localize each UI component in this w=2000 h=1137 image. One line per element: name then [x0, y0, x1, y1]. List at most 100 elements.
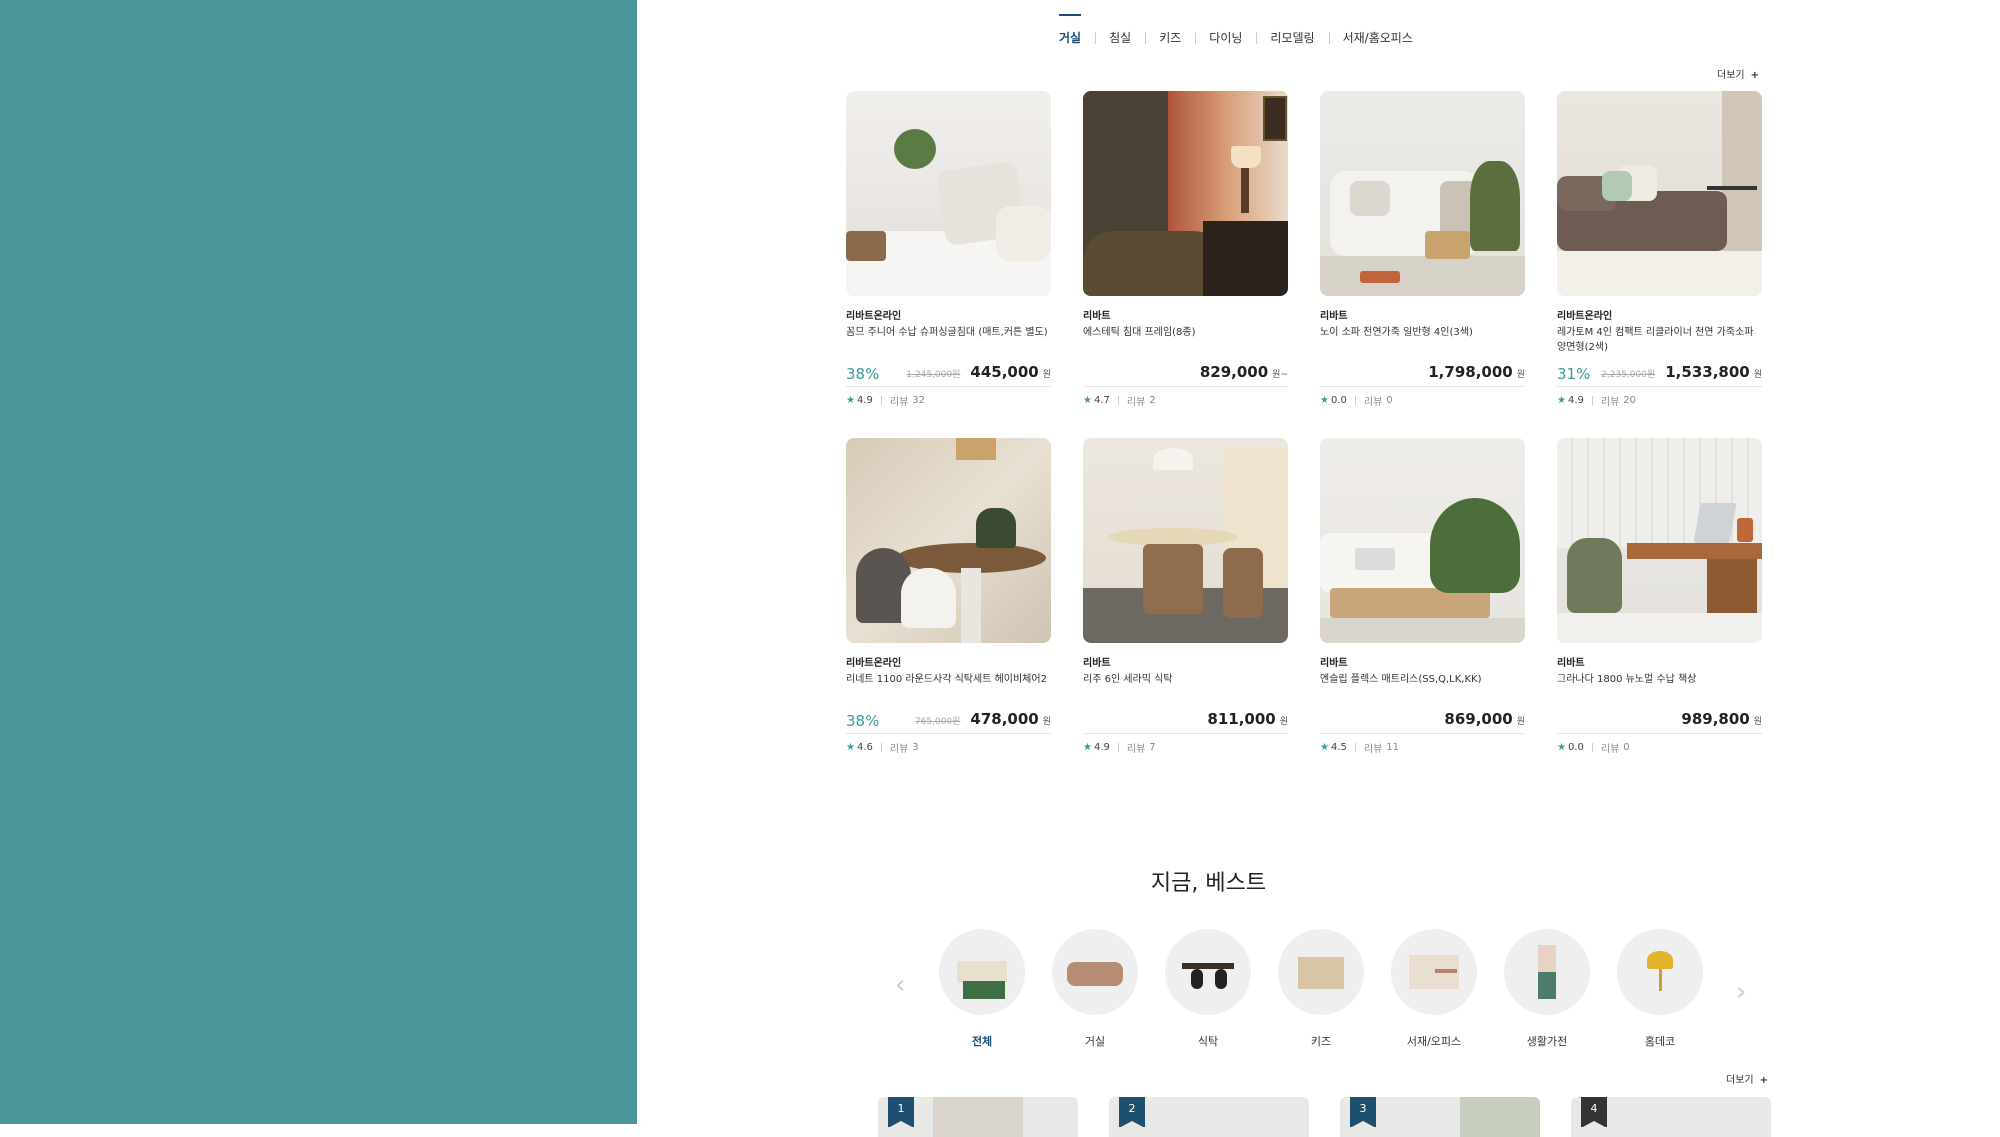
product-image[interactable] — [846, 438, 1051, 643]
price-unit: 원 — [1279, 717, 1288, 727]
tab-dining[interactable]: 다이닝 — [1195, 28, 1256, 48]
price-unit: 원 — [1042, 717, 1051, 727]
chevron-right-icon[interactable]: › — [1736, 977, 1746, 1007]
price-unit: 원 — [1516, 370, 1525, 380]
rating-value: 4.9 — [1093, 742, 1110, 753]
best-category-study-office[interactable]: 서재/오피스 — [1391, 929, 1477, 1049]
rating-row: ★ 4.5 리뷰 11 — [1320, 740, 1525, 755]
rating-row: ★ 4.9 리뷰 7 — [1083, 740, 1288, 755]
product-card[interactable]: 리바트 노이 소파 천연가죽 일반형 4인(3색) 1,798,000 원 ★ … — [1320, 91, 1525, 408]
tab-kids[interactable]: 키즈 — [1145, 28, 1195, 48]
price-row: 811,000 원 — [1083, 710, 1288, 734]
review-label: 리뷰 — [1363, 744, 1383, 755]
review-count: 11 — [1386, 742, 1400, 753]
divider — [1591, 743, 1593, 752]
best-category-carousel: 전체 거실 식탁 키즈 서재/오피스 생활가전 홈데코 — [892, 929, 1732, 1049]
star-icon: ★ — [846, 742, 855, 753]
product-name[interactable]: 리네트 1100 라운드사각 식탁세트 헤이비체어2 — [846, 672, 1051, 702]
star-icon: ★ — [1557, 742, 1566, 753]
category-label: 거실 — [1084, 1035, 1106, 1048]
price-row: 31% 2,235,000원 1,533,800 원 — [1557, 363, 1762, 387]
rank-badge: 3 — [1350, 1097, 1376, 1128]
star-icon: ★ — [1320, 395, 1329, 406]
product-image[interactable] — [1083, 438, 1288, 643]
product-image[interactable] — [846, 91, 1051, 296]
divider — [1117, 743, 1119, 752]
more-link-products[interactable]: 더보기 + — [1717, 66, 1759, 81]
product-image[interactable] — [1320, 91, 1525, 296]
product-card[interactable]: 리바트 에스테틱 침대 프레임(8종) 829,000 원~ ★ 4.7 리뷰 … — [1083, 91, 1288, 408]
rating-row: ★ 0.0 리뷰 0 — [1320, 393, 1525, 408]
divider — [1354, 743, 1356, 752]
category-label: 서재/오피스 — [1406, 1035, 1462, 1048]
category-image — [1391, 929, 1477, 1015]
best-category-living-room[interactable]: 거실 — [1052, 929, 1138, 1049]
category-image — [1052, 929, 1138, 1015]
divider — [880, 743, 882, 752]
product-image[interactable] — [1557, 438, 1762, 643]
product-brand: 리바트 — [1557, 658, 1585, 669]
best-category-home-deco[interactable]: 홈데코 — [1617, 929, 1703, 1049]
sale-price: 829,000 — [1199, 363, 1269, 381]
best-category-all[interactable]: 전체 — [939, 929, 1025, 1049]
product-image[interactable] — [1320, 438, 1525, 643]
divider — [1354, 396, 1356, 405]
rating-value: 0.0 — [1330, 395, 1347, 406]
tab-bedroom[interactable]: 침실 — [1095, 28, 1145, 48]
tab-study-home-office[interactable]: 서재/홈오피스 — [1328, 28, 1427, 48]
best-rank-card[interactable]: 3 — [1340, 1097, 1540, 1137]
category-label: 생활가전 — [1526, 1035, 1568, 1048]
more-label: 더보기 — [1717, 70, 1745, 81]
product-card[interactable]: 리바트온라인 레가토M 4인 컴팩트 리클라이너 천연 가죽소파 양면형(2색)… — [1557, 91, 1762, 408]
price-row: 38% 765,000원 478,000 원 — [846, 710, 1051, 734]
tab-living-room[interactable]: 거실 — [1045, 14, 1095, 48]
category-image — [1504, 929, 1590, 1015]
best-rank-card[interactable]: 2 — [1109, 1097, 1309, 1137]
divider — [880, 396, 882, 405]
product-image[interactable] — [1083, 91, 1288, 296]
divider — [1117, 396, 1119, 405]
tab-remodeling[interactable]: 리모델링 — [1256, 28, 1328, 48]
discount-rate: 38% — [846, 712, 880, 730]
best-rank-card[interactable]: 4 — [1571, 1097, 1771, 1137]
price-unit: 원 — [1753, 370, 1762, 380]
product-name[interactable]: 그라나다 1800 뉴노멀 수납 책상 — [1557, 672, 1762, 702]
rating-value: 4.7 — [1093, 395, 1110, 406]
rank-badge: 2 — [1119, 1097, 1145, 1128]
product-image[interactable] — [1557, 91, 1762, 296]
original-price: 1,245,000원 — [906, 370, 961, 380]
price-row: 829,000 원~ — [1083, 363, 1288, 387]
product-card[interactable]: 리바트 리주 6인 세라믹 식탁 811,000 원 ★ 4.9 리뷰 7 — [1083, 438, 1288, 755]
rank-badge: 4 — [1581, 1097, 1607, 1128]
price-row: 989,800 원 — [1557, 710, 1762, 734]
best-section-title: 지금, 베스트 — [637, 865, 2000, 897]
product-name[interactable]: 엔슬립 플렉스 매트리스(SS,Q,LK,KK) — [1320, 672, 1525, 702]
product-name[interactable]: 레가토M 4인 컴팩트 리클라이너 천연 가죽소파 양면형(2색) — [1557, 325, 1762, 355]
plus-icon: + — [1759, 1075, 1768, 1086]
rating-row: ★ 4.9 리뷰 32 — [846, 393, 1051, 408]
review-label: 리뷰 — [1600, 744, 1620, 755]
review-count: 3 — [912, 742, 919, 753]
best-rank-card[interactable]: 1 — [878, 1097, 1078, 1137]
star-icon: ★ — [1557, 395, 1566, 406]
sale-price: 1,798,000 — [1428, 363, 1513, 381]
best-category-kids[interactable]: 키즈 — [1278, 929, 1364, 1049]
product-name[interactable]: 노이 소파 천연가죽 일반형 4인(3색) — [1320, 325, 1525, 355]
sale-price: 869,000 — [1444, 710, 1513, 728]
product-card[interactable]: 리바트 엔슬립 플렉스 매트리스(SS,Q,LK,KK) 869,000 원 ★… — [1320, 438, 1525, 755]
product-name[interactable]: 꼼므 주니어 수납 슈퍼싱글침대 (매트,커튼 별도) — [846, 325, 1051, 355]
category-label: 키즈 — [1310, 1035, 1332, 1048]
best-category-dining-table[interactable]: 식탁 — [1165, 929, 1251, 1049]
rating-value: 0.0 — [1567, 742, 1584, 753]
product-card[interactable]: 리바트 그라나다 1800 뉴노멀 수납 책상 989,800 원 ★ 0.0 … — [1557, 438, 1762, 755]
best-category-appliances[interactable]: 생활가전 — [1504, 929, 1590, 1049]
product-name[interactable]: 에스테틱 침대 프레임(8종) — [1083, 325, 1288, 355]
rating-value: 4.9 — [856, 395, 873, 406]
product-card[interactable]: 리바트온라인 꼼므 주니어 수납 슈퍼싱글침대 (매트,커튼 별도) 38% 1… — [846, 91, 1051, 408]
product-card[interactable]: 리바트온라인 리네트 1100 라운드사각 식탁세트 헤이비체어2 38% 76… — [846, 438, 1051, 755]
teal-side-panel — [0, 0, 637, 1124]
star-icon: ★ — [1083, 395, 1092, 406]
product-brand: 리바트 — [1083, 658, 1111, 669]
product-name[interactable]: 리주 6인 세라믹 식탁 — [1083, 672, 1288, 702]
more-link-best[interactable]: 더보기 + — [1726, 1071, 1768, 1086]
